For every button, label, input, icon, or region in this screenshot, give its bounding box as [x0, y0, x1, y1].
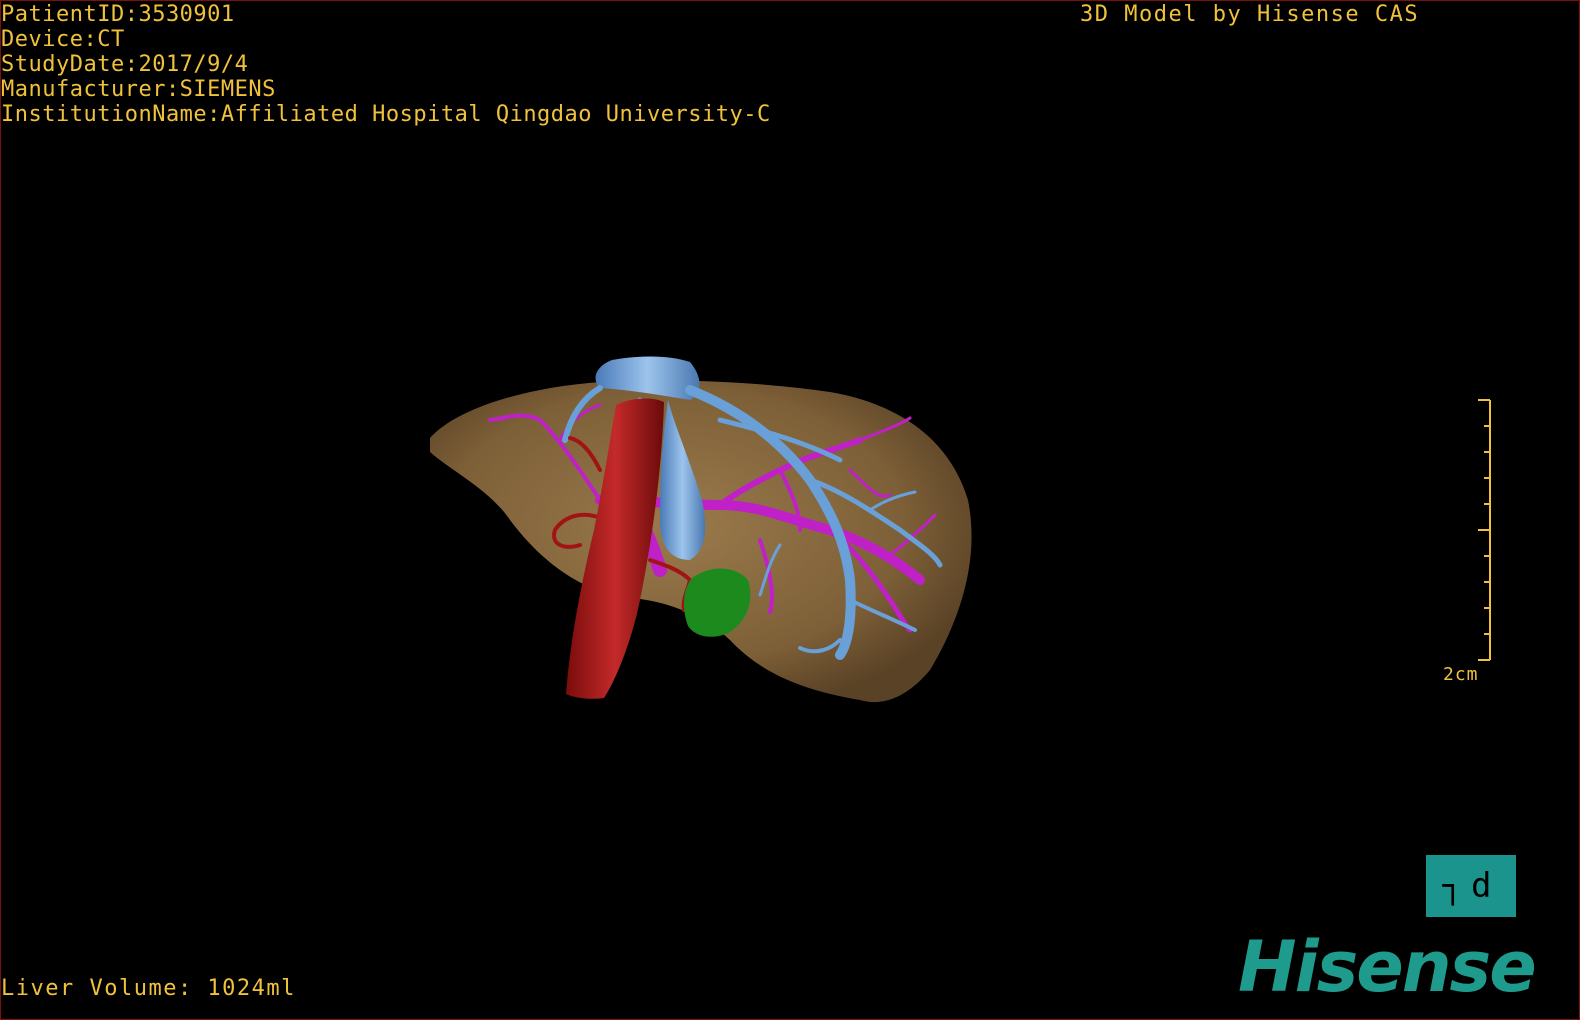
- manufacturer: Manufacturer:SIEMENS: [1, 77, 276, 102]
- institution-name: InstitutionName:Affiliated Hospital Qing…: [1, 102, 771, 127]
- hisense-logo: Hisense: [1238, 926, 1537, 1008]
- liver-volume: Liver Volume: 1024ml: [1, 976, 296, 1001]
- 3d-viewport[interactable]: [0, 0, 1580, 1020]
- scale-bar-label: 2cm: [1443, 664, 1479, 685]
- orientation-cube-icon[interactable]: ┐d: [1426, 855, 1516, 917]
- patient-id: PatientID:3530901: [1, 2, 235, 27]
- model-credit: 3D Model by Hisense CAS: [1080, 2, 1420, 27]
- dicom-info-overlay: PatientID:3530901 Device:CT StudyDate:20…: [1, 2, 771, 127]
- study-date: StudyDate:2017/9/4: [1, 52, 249, 77]
- orientation-cube-label: ┐d: [1442, 866, 1500, 906]
- scale-bar: [1478, 399, 1491, 661]
- device: Device:CT: [1, 27, 125, 52]
